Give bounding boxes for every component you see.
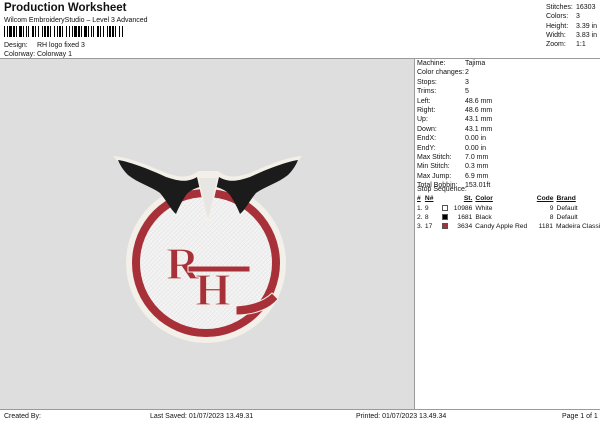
summary-row: Zoom: 1:1 [546, 41, 586, 49]
spec-row: Left: 48.6 mm [417, 97, 493, 105]
table-row: 1. 9 10986 White 9 Default [417, 204, 578, 212]
divider [414, 59, 415, 409]
color-swatch [441, 223, 448, 230]
table-row: 2. 8 1681 Black 8 Default [417, 213, 578, 221]
software-subtitle: Wilcom EmbroideryStudio – Level 3 Advanc… [4, 17, 148, 24]
colorway-value: Colorway 1 [37, 51, 73, 58]
printed-date: Printed: 01/07/2023 13.49.34 [356, 413, 447, 420]
spec-row: EndY: 0.00 in [417, 144, 487, 152]
created-by: Created By: [4, 413, 41, 420]
spec-row: Right: 48.6 mm [417, 106, 493, 114]
colorway-row: Colorway: Colorway 1 [4, 51, 72, 58]
colorway-label: Colorway: [4, 51, 36, 58]
spec-row: Trims: 5 [417, 88, 469, 96]
summary-row: Colors: 3 [546, 13, 580, 21]
stop-sequence-title: Stop Sequence: [417, 186, 467, 193]
design-preview: R H [0, 59, 414, 409]
design-value: RH logo fixed 3 [37, 42, 85, 49]
summary-row: Width: 3.83 in [546, 31, 598, 39]
summary-panel: Stitches: 16303 Colors: 3 Height: 3.39 in W… [546, 4, 600, 50]
spec-row: Max Stitch: 7.0 mm [417, 153, 489, 161]
last-saved: Last Saved: 01/07/2023 13.49.31 [150, 413, 254, 420]
stop-sequence-table: # N# St. Color Code Brand 1. 9 10986 Whi… [417, 195, 600, 232]
spec-row: EndX: 0.00 in [417, 135, 487, 143]
page-title: Production Worksheet [4, 2, 127, 14]
spec-row: Min Stitch: 0.3 mm [417, 163, 489, 171]
spec-row: Stops: 3 [417, 78, 469, 86]
page-number: Page 1 of 1 [562, 413, 598, 420]
spec-row: Machine: Tajima [417, 60, 486, 67]
barcode-icon [4, 26, 123, 37]
color-swatch [441, 204, 448, 211]
summary-row: Height: 3.39 in [546, 22, 598, 30]
spec-row: Up: 43.1 mm [417, 116, 493, 124]
spec-row: Max Jump: 6.9 mm [417, 172, 489, 180]
color-swatch [441, 213, 448, 220]
design-label: Design: [4, 42, 28, 49]
divider [0, 409, 600, 410]
summary-row: Stitches: 16303 [546, 4, 596, 11]
table-header-row: # N# St. Color Code Brand [417, 195, 576, 203]
rh-longhorn-logo-icon: R H [113, 156, 302, 343]
spec-row: Down: 43.1 mm [417, 125, 493, 133]
design-row: Design: RH logo fixed 3 [4, 42, 85, 49]
table-row: 3. 17 3634 Candy Apple Red 1181 Madeira … [417, 223, 600, 231]
spec-row: Color changes: 2 [417, 69, 469, 77]
specs-panel: Machine: Tajima Color changes: 2 Stops: 3 T… [417, 60, 600, 191]
